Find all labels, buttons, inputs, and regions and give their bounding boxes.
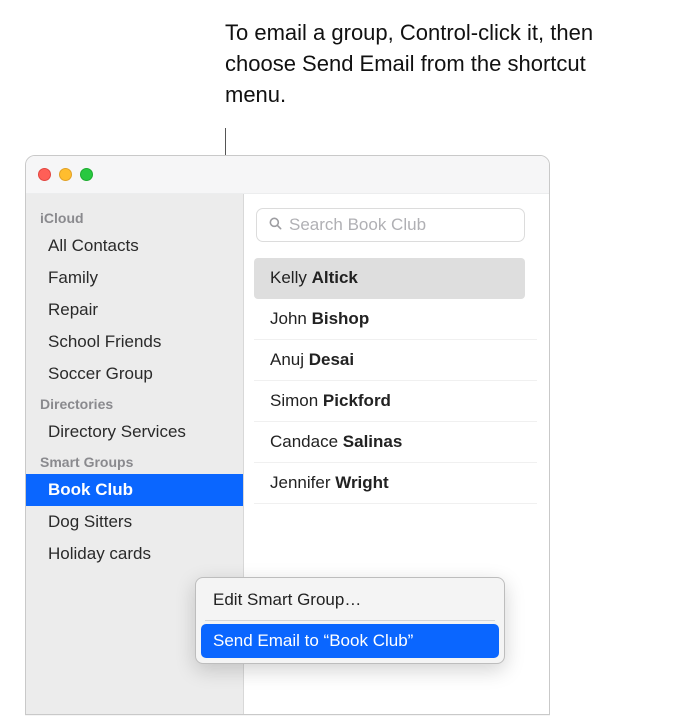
menu-item[interactable]: Edit Smart Group… (201, 583, 499, 617)
sidebar-item[interactable]: Book Club (26, 474, 243, 506)
contact-first-name: John (270, 309, 312, 328)
contact-first-name: Kelly (270, 268, 312, 287)
contact-last-name: Pickford (323, 391, 391, 410)
section-label: Directories (26, 390, 243, 416)
section-label: iCloud (26, 204, 243, 230)
contact-first-name: Anuj (270, 350, 309, 369)
sidebar-item[interactable]: Family (26, 262, 243, 294)
zoom-button[interactable] (80, 168, 93, 181)
window-controls (38, 168, 93, 181)
contact-last-name: Salinas (343, 432, 403, 451)
sidebar-item[interactable]: Holiday cards (26, 538, 243, 570)
contact-row[interactable]: John Bishop (254, 299, 537, 340)
contact-list: Kelly AltickJohn BishopAnuj DesaiSimon P… (244, 258, 537, 504)
context-menu: Edit Smart Group… Send Email to “Book Clu… (195, 577, 505, 664)
window-titlebar (26, 156, 549, 194)
minimize-button[interactable] (59, 168, 72, 181)
search-field[interactable] (256, 208, 525, 242)
menu-item[interactable]: Send Email to “Book Club” (201, 624, 499, 658)
close-button[interactable] (38, 168, 51, 181)
contact-last-name: Altick (312, 268, 358, 287)
contact-row[interactable]: Kelly Altick (254, 258, 525, 299)
contact-row[interactable]: Candace Salinas (254, 422, 537, 463)
sidebar-item[interactable]: Directory Services (26, 416, 243, 448)
sidebar-item[interactable]: Soccer Group (26, 358, 243, 390)
contact-row[interactable]: Jennifer Wright (254, 463, 537, 504)
contact-last-name: Desai (309, 350, 354, 369)
help-caption: To email a group, Control-click it, then… (225, 18, 643, 110)
sidebar-item[interactable]: Repair (26, 294, 243, 326)
contact-row[interactable]: Simon Pickford (254, 381, 537, 422)
sidebar-item[interactable]: All Contacts (26, 230, 243, 262)
contact-first-name: Jennifer (270, 473, 335, 492)
sidebar-item[interactable]: Dog Sitters (26, 506, 243, 538)
menu-separator (205, 620, 495, 621)
contact-row[interactable]: Anuj Desai (254, 340, 537, 381)
section-label: Smart Groups (26, 448, 243, 474)
contact-last-name: Bishop (312, 309, 370, 328)
search-icon (267, 215, 283, 236)
contact-last-name: Wright (335, 473, 389, 492)
contact-first-name: Candace (270, 432, 343, 451)
contact-first-name: Simon (270, 391, 323, 410)
search-input[interactable] (289, 215, 514, 235)
sidebar-item[interactable]: School Friends (26, 326, 243, 358)
